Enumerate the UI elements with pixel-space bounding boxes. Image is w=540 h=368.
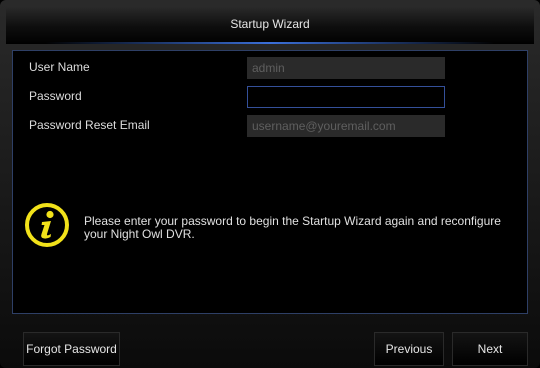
password-label: Password xyxy=(29,89,82,103)
reset-email-row: Password Reset Email username@youremail.… xyxy=(29,115,509,137)
previous-button[interactable]: Previous xyxy=(374,332,444,366)
wizard-window: Startup Wizard User Name admin Password … xyxy=(0,0,540,368)
form-panel: User Name admin Password Password Reset … xyxy=(12,50,528,314)
forgot-password-button[interactable]: Forgot Password xyxy=(23,332,120,366)
reset-email-label: Password Reset Email xyxy=(29,118,150,132)
window-title: Startup Wizard xyxy=(230,17,310,31)
next-button[interactable]: Next xyxy=(452,332,528,366)
user-name-row: User Name admin xyxy=(29,57,509,79)
password-row: Password xyxy=(29,86,509,108)
password-field[interactable] xyxy=(247,86,445,108)
reset-email-field[interactable]: username@youremail.com xyxy=(247,115,445,137)
info-box: Please enter your password to begin the … xyxy=(24,202,510,256)
info-message: Please enter your password to begin the … xyxy=(84,214,501,241)
info-icon xyxy=(25,203,69,247)
user-name-field[interactable]: admin xyxy=(247,57,445,79)
title-glow xyxy=(46,42,494,44)
title-bar: Startup Wizard xyxy=(6,6,534,44)
user-name-label: User Name xyxy=(29,60,90,74)
